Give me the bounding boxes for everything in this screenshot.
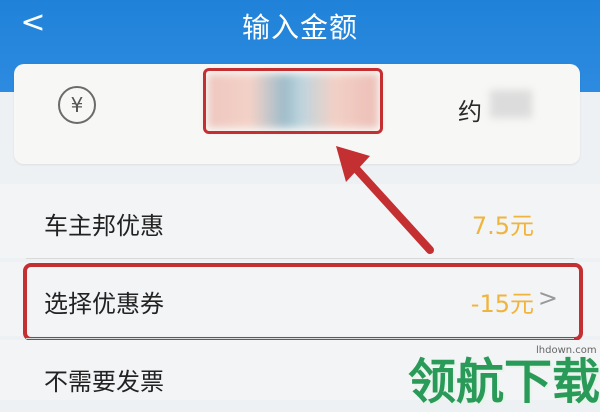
watermark-url: lhdown.com (536, 345, 597, 356)
discount-label: 车主邦优惠 (44, 212, 164, 240)
invoice-label: 不需要发票 (44, 368, 164, 396)
approx-value-redacted (490, 90, 532, 118)
coupon-highlight-box (23, 263, 583, 341)
discount-value: 7.5元 (471, 212, 534, 240)
yen-icon: ¥ (58, 86, 96, 124)
annotation-arrow-icon (336, 146, 434, 254)
page-title: 输入金额 (241, 11, 358, 44)
row-discount: 车主邦优惠 7.5元 (0, 184, 600, 258)
divider (26, 338, 574, 339)
divider (26, 258, 574, 259)
approx-label: 约 (458, 98, 482, 126)
amount-highlight-box (203, 68, 383, 134)
